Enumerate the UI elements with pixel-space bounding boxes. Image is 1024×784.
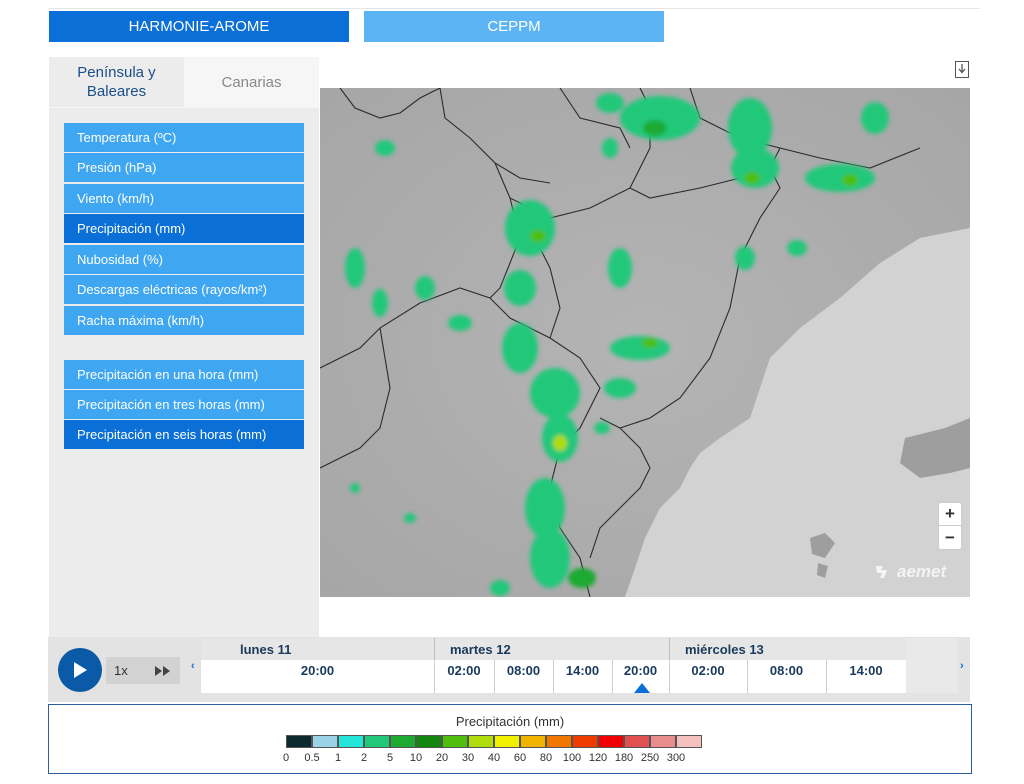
precipitation-option-button[interactable]: Precipitación en una hora (mm) (64, 360, 304, 389)
variable-button[interactable]: Descargas eléctricas (rayos/km²) (64, 275, 304, 304)
legend-swatch (442, 735, 468, 748)
variable-button[interactable]: Precipitación (mm) (64, 214, 304, 243)
precipitation-option-button[interactable]: Precipitación en tres horas (mm) (64, 390, 304, 419)
day-label: miércoles 13 (685, 641, 764, 657)
hour-slot[interactable]: 20:00 (201, 660, 434, 680)
legend-tick-label: 5 (386, 752, 394, 764)
region-tabs-divider (49, 107, 319, 108)
legend-swatch (624, 735, 650, 748)
legend-swatch (416, 735, 442, 748)
timeline-next-arrow[interactable]: › (960, 660, 964, 672)
map-canvas (320, 88, 970, 597)
legend-swatch (520, 735, 546, 748)
variable-button[interactable]: Presión (hPa) (64, 153, 304, 182)
legend-swatch (572, 735, 598, 748)
speed-value: 1x (114, 663, 128, 678)
zoom-out-button[interactable]: − (939, 526, 961, 549)
hour-slot[interactable]: 02:00 (669, 660, 747, 680)
legend-swatch (312, 735, 338, 748)
legend-swatch (338, 735, 364, 748)
tab-harmonie-arome[interactable]: HARMONIE-AROME (49, 11, 349, 42)
legend-swatches (286, 735, 702, 748)
play-icon (74, 662, 87, 678)
zoom-in-button[interactable]: + (939, 503, 961, 526)
hour-slot-current[interactable]: 20:00 (612, 660, 669, 680)
legend-tick-label: 0.5 (304, 752, 320, 764)
legend-tick-label: 40 (487, 752, 501, 764)
timeline-hours: 20:00 02:00 08:00 14:00 20:00 02:00 08:0… (201, 660, 906, 693)
download-icon[interactable] (955, 61, 969, 78)
legend-tick-label: 120 (588, 752, 608, 764)
variable-button[interactable]: Temperatura (ºC) (64, 123, 304, 152)
variable-button[interactable]: Viento (km/h) (64, 184, 304, 213)
aemet-logo-text: aemet (897, 562, 947, 581)
legend-tick-label: 180 (614, 752, 634, 764)
legend-tick-label: 0 (282, 752, 290, 764)
aemet-logo-icon (876, 566, 887, 578)
legend-swatch (364, 735, 390, 748)
precipitation-option-button[interactable]: Precipitación en seis horas (mm) (64, 420, 304, 449)
legend-tick-label: 30 (461, 752, 475, 764)
tab-ceppm[interactable]: CEPPM (364, 11, 664, 42)
timeline-prev-arrow[interactable]: ‹ (191, 660, 195, 672)
legend-tick-label: 2 (360, 752, 368, 764)
timeline-end-pad (906, 638, 958, 693)
legend-tick-label: 250 (640, 752, 660, 764)
legend: Precipitación (mm) 0 0.5 1 2 5 10 20 30 40 60 80 10… (48, 704, 972, 774)
hour-slot[interactable]: 08:00 (747, 660, 826, 680)
precipitation-map[interactable] (320, 88, 970, 597)
legend-swatch (468, 735, 494, 748)
legend-tick-label: 300 (666, 752, 686, 764)
legend-swatch (598, 735, 624, 748)
legend-tick-label: 100 (562, 752, 582, 764)
legend-swatch (390, 735, 416, 748)
legend-tick-label: 1 (334, 752, 342, 764)
legend-swatch (286, 735, 312, 748)
legend-tick-label: 10 (409, 752, 423, 764)
speed-control[interactable]: 1x (106, 657, 180, 684)
hour-slot[interactable]: 14:00 (826, 660, 906, 680)
current-time-marker (634, 683, 650, 693)
tab-peninsula-baleares[interactable]: Península y Baleares (49, 57, 184, 107)
timeline-days: lunes 11 martes 12 miércoles 13 (201, 638, 906, 693)
day-label: lunes 11 (240, 641, 292, 657)
day-label: martes 12 (450, 641, 511, 657)
legend-swatch (676, 735, 702, 748)
tab-canarias[interactable]: Canarias (184, 57, 319, 107)
legend-tick-labels: 0 0.5 1 2 5 10 20 30 40 60 80 100 120 180 250 300 (277, 752, 717, 766)
legend-swatch (650, 735, 676, 748)
legend-title: Precipitación (mm) (455, 714, 565, 729)
variable-button[interactable]: Racha máxima (km/h) (64, 306, 304, 335)
hour-slot[interactable]: 02:00 (434, 660, 494, 680)
fast-forward-icon[interactable] (154, 665, 172, 676)
play-button[interactable] (58, 648, 102, 692)
aemet-logo: aemet (875, 562, 946, 582)
legend-tick-label: 20 (435, 752, 449, 764)
top-divider (48, 8, 980, 9)
hour-slot[interactable]: 08:00 (494, 660, 553, 680)
legend-tick-label: 60 (513, 752, 527, 764)
hour-slot[interactable]: 14:00 (553, 660, 612, 680)
legend-swatch (494, 735, 520, 748)
zoom-control: + − (938, 502, 962, 550)
legend-swatch (546, 735, 572, 748)
variable-button[interactable]: Nubosidad (%) (64, 245, 304, 274)
legend-tick-label: 80 (539, 752, 553, 764)
